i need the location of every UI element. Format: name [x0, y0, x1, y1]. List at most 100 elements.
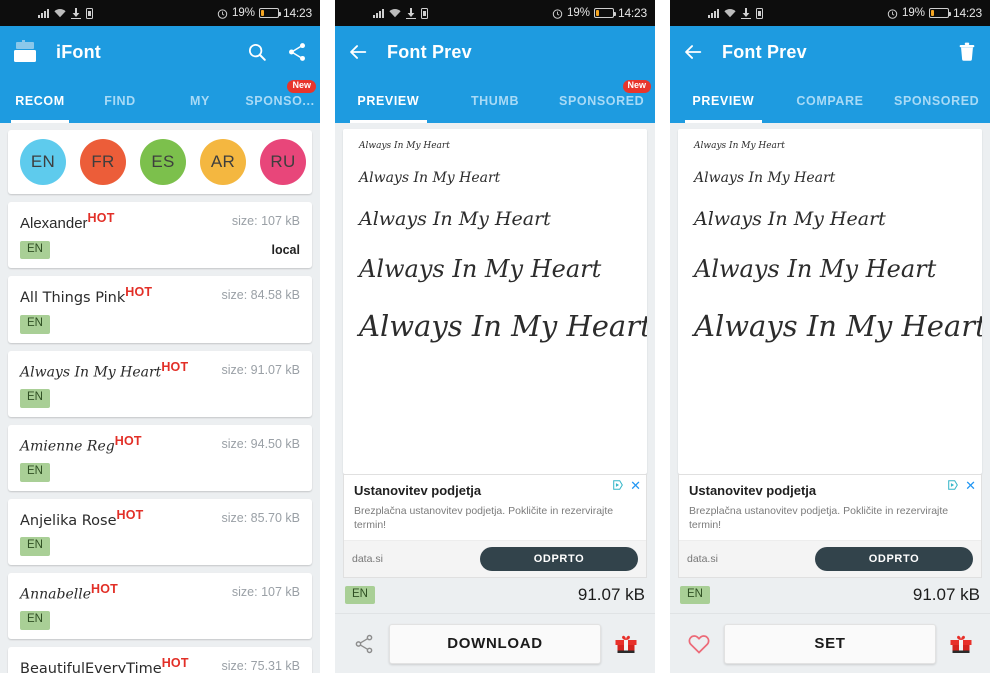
font-name-text: Annabelle — [20, 586, 91, 603]
language-chip-label: AR — [210, 152, 236, 171]
language-tag: EN — [20, 537, 50, 557]
language-chip-es[interactable]: ES — [140, 139, 186, 185]
preview-sample-line: Always In My Heart — [359, 170, 501, 187]
tab-sponsored[interactable]: SPONSORED New — [548, 78, 655, 123]
screen-font-list: 19% 14:23 iFont RECOM FIND MY SPONSO... … — [0, 0, 320, 673]
wifi-icon — [389, 9, 401, 18]
sim-icon — [756, 7, 763, 19]
language-chip-label: FR — [91, 152, 115, 171]
back-arrow-icon[interactable] — [682, 41, 704, 63]
font-list-content: EN FR ES AR RU AlexanderHOT size: 107 kB… — [0, 123, 320, 673]
battery-percent: 19% — [231, 7, 255, 19]
bottom-action-bar-2: DOWNLOAD — [335, 613, 655, 673]
new-badge: New — [622, 80, 652, 93]
ad-head: Ustanovitev podjetja — [679, 475, 981, 500]
preview-sample-line: Always In My Heart — [359, 254, 602, 283]
language-chip-ar[interactable]: AR — [200, 139, 246, 185]
font-list-item[interactable]: BeautifulEveryTimeHOT size: 75.31 kB EN — [8, 646, 312, 673]
preview-sample-line: Always In My Heart — [694, 254, 937, 283]
language-chip-en[interactable]: EN — [20, 139, 66, 185]
search-icon[interactable] — [246, 41, 268, 63]
font-name-text: Alexander — [20, 215, 88, 232]
tab-label: THUMB — [470, 93, 520, 108]
tab-sponsored[interactable]: SPONSORED — [883, 78, 990, 123]
ad-marks: ✕ — [612, 479, 641, 492]
gift-icon[interactable] — [611, 631, 641, 657]
font-list-item[interactable]: All Things PinkHOT size: 84.58 kB EN — [8, 276, 312, 343]
hot-badge: HOT — [161, 655, 189, 670]
close-icon[interactable]: ✕ — [630, 479, 641, 492]
close-icon[interactable]: ✕ — [965, 479, 976, 492]
font-meta-row-2: EN 91.07 kB — [335, 578, 655, 613]
language-tag: EN — [20, 315, 50, 334]
tab-thumb[interactable]: THUMB — [442, 78, 549, 123]
gift-icon[interactable] — [946, 631, 976, 657]
status-icons-right: 19% 14:23 — [887, 6, 982, 20]
set-button[interactable]: SET — [724, 623, 936, 664]
font-preview-card: Always In My Heart Always In My Heart Al… — [678, 129, 982, 474]
bottom-action-bar-3: SET — [670, 613, 990, 673]
battery-icon — [928, 8, 951, 18]
tab-recom[interactable]: RECOM — [0, 78, 80, 123]
ad-cta-button[interactable]: ODPRTO — [815, 547, 973, 571]
language-tag: EN — [20, 611, 50, 630]
font-size-value: 91.07 kB — [577, 585, 645, 604]
ad-title: Ustanovitev podjetja — [354, 482, 482, 498]
language-chip-label: RU — [270, 152, 296, 171]
tab-find[interactable]: FIND — [80, 78, 160, 123]
language-chip-fr[interactable]: FR — [80, 139, 126, 185]
hot-badge: HOT — [125, 285, 153, 300]
preview-sample-line: Always In My Heart — [694, 207, 886, 230]
ad-cta-button[interactable]: ODPRTO — [480, 547, 638, 571]
app-bar-3: Font Prev — [670, 26, 990, 78]
ad-url: data.si — [687, 553, 718, 565]
sim-icon — [421, 7, 428, 19]
tab-compare[interactable]: COMPARE — [777, 78, 884, 123]
clock-time: 14:23 — [952, 6, 982, 20]
preview-content-3: Always In My Heart Always In My Heart Al… — [670, 123, 990, 613]
battery-percent: 19% — [901, 7, 925, 19]
font-name-text: Amienne Reg — [20, 438, 115, 455]
status-bar-3: 19% 14:23 — [670, 0, 990, 26]
font-name-text: All Things Pink — [20, 290, 126, 307]
hot-badge: HOT — [87, 211, 115, 225]
font-status-label: local — [271, 242, 301, 257]
font-list-item[interactable]: Anjelika RoseHOT size: 85.70 kB EN — [8, 498, 312, 566]
battery-percent: 19% — [566, 7, 590, 19]
ad-choices-icon[interactable] — [612, 479, 624, 491]
font-list-item[interactable]: Amienne RegHOT size: 94.50 kB EN — [8, 424, 312, 491]
tab-preview[interactable]: PREVIEW — [335, 78, 442, 123]
font-size-label: size: 75.31 kB — [221, 658, 300, 673]
font-size-label: size: 85.70 kB — [221, 510, 300, 525]
font-size-label: size: 107 kB — [231, 214, 300, 228]
font-name: AlexanderHOT — [20, 211, 117, 233]
font-list-item[interactable]: Always In My HeartHOT size: 91.07 kB EN — [8, 350, 312, 417]
font-list-item[interactable]: AnnabelleHOT size: 107 kB EN — [8, 573, 312, 639]
font-name: Anjelika RoseHOT — [20, 508, 146, 530]
heart-icon[interactable] — [684, 633, 714, 655]
tab-sponsored[interactable]: SPONSO... New — [240, 78, 320, 123]
share-icon[interactable] — [349, 633, 379, 655]
tab-my[interactable]: MY — [160, 78, 240, 123]
language-chip-ru[interactable]: RU — [260, 139, 306, 185]
status-icons-left — [708, 7, 763, 19]
page-title: iFont — [56, 41, 101, 62]
font-size-label: size: 91.07 kB — [221, 362, 300, 377]
download-icon — [406, 7, 416, 19]
download-button[interactable]: DOWNLOAD — [389, 623, 601, 664]
advertisement-banner[interactable]: ✕ Ustanovitev podjetja Brezplačna ustano… — [678, 473, 982, 578]
font-list: EN FR ES AR RU AlexanderHOT size: 107 kB… — [0, 123, 320, 673]
tab-preview[interactable]: PREVIEW — [670, 78, 777, 123]
app-bar-1: iFont — [0, 26, 320, 78]
font-list-item[interactable]: AlexanderHOT size: 107 kB EN local — [8, 202, 312, 269]
back-arrow-icon[interactable] — [347, 41, 369, 63]
share-icon[interactable] — [286, 41, 308, 63]
ad-choices-icon[interactable] — [947, 479, 959, 491]
ifont-logo-icon[interactable] — [12, 40, 38, 64]
advertisement-banner[interactable]: ✕ Ustanovitev podjetja Brezplačna ustano… — [343, 473, 647, 578]
hot-badge: HOT — [90, 582, 118, 597]
trash-icon[interactable] — [956, 41, 978, 63]
language-chip-label: EN — [30, 152, 56, 171]
font-name-text: BeautifulEveryTime — [20, 660, 162, 673]
app-bar-actions-3 — [956, 41, 978, 63]
